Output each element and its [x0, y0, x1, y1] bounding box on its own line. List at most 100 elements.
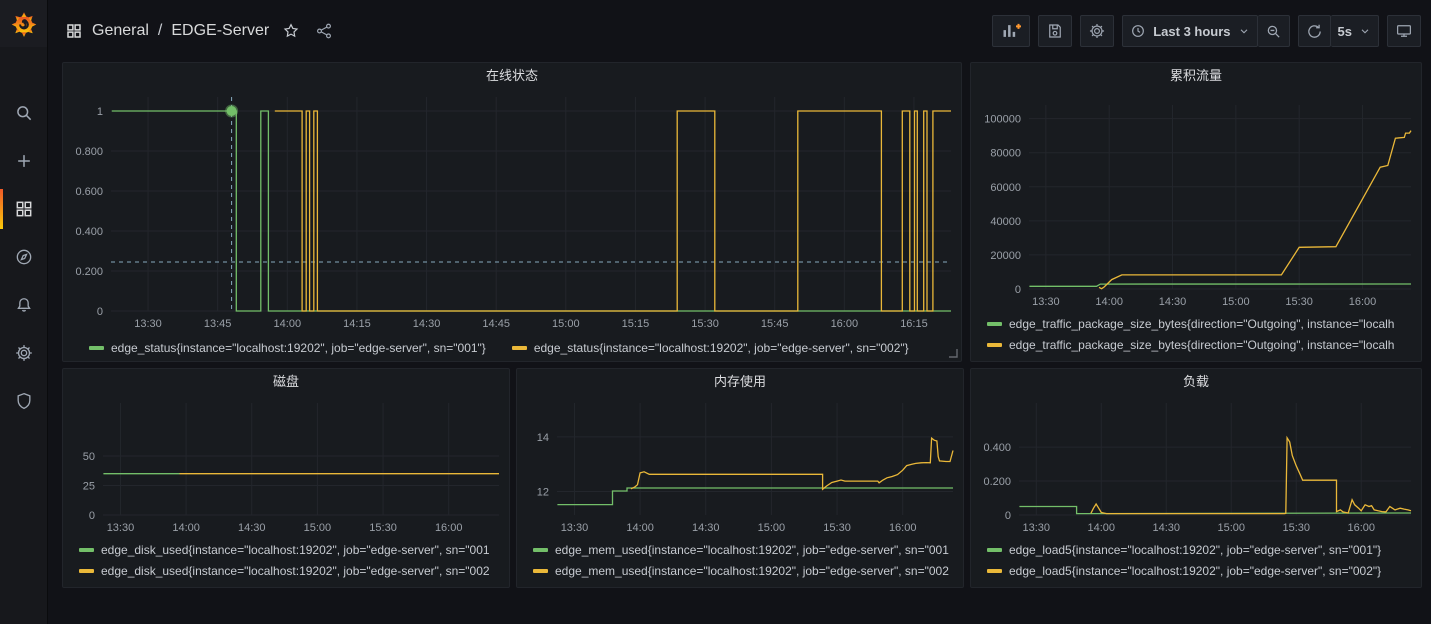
legend-item[interactable]: edge_traffic_package_size_bytes{directio… [987, 313, 1413, 334]
svg-text:13:30: 13:30 [1023, 522, 1051, 534]
svg-text:13:30: 13:30 [1032, 296, 1060, 308]
legend-label: edge_status{instance="localhost:19202", … [111, 341, 486, 355]
panel-title[interactable]: 磁盘 [63, 369, 509, 395]
dashboard-grid-icon [65, 22, 83, 40]
svg-text:0.400: 0.400 [983, 442, 1011, 454]
legend-item[interactable]: edge_mem_used{instance="localhost:19202"… [533, 539, 955, 560]
svg-text:20000: 20000 [990, 250, 1021, 262]
save-dashboard-button[interactable] [1038, 15, 1072, 47]
breadcrumb-folder[interactable]: General [92, 22, 149, 40]
panel-load: 负载 00.2000.40013:3014:0014:3015:0015:301… [970, 368, 1422, 588]
refresh-interval-picker[interactable]: 5s [1331, 15, 1379, 47]
sidebar-item-alerting[interactable] [0, 281, 47, 329]
online-status-chart[interactable]: 00.2000.4000.6000.800113:3013:4514:0014:… [63, 89, 961, 333]
svg-text:15:30: 15:30 [691, 318, 719, 330]
panel-memory-usage: 内存使用 121413:3014:0014:3015:0015:3016:00 … [516, 368, 964, 588]
panel-title[interactable]: 内存使用 [517, 369, 963, 395]
compass-icon [14, 247, 34, 267]
svg-text:14:00: 14:00 [1088, 522, 1116, 534]
breadcrumb-dashboard-title[interactable]: EDGE-Server [171, 22, 269, 40]
svg-text:13:45: 13:45 [204, 318, 232, 330]
panel-title[interactable]: 在线状态 [63, 63, 961, 89]
tv-mode-button[interactable] [1387, 15, 1421, 47]
legend-item[interactable]: edge_load5{instance="localhost:19202", j… [987, 539, 1413, 560]
panel-disk: 磁盘 0255013:3014:0014:3015:0015:3016:00 e… [62, 368, 510, 588]
refresh-button[interactable] [1298, 15, 1331, 47]
svg-text:0: 0 [89, 510, 95, 522]
memory-usage-chart[interactable]: 121413:3014:0014:3015:0015:3016:00 [517, 395, 963, 537]
panel-cumulative-traffic: 累积流量 02000040000600008000010000013:3014:… [970, 62, 1422, 362]
bell-icon [14, 295, 34, 315]
shield-icon [14, 391, 34, 411]
svg-text:0.200: 0.200 [983, 476, 1011, 488]
svg-text:14:30: 14:30 [238, 522, 266, 534]
legend: edge_status{instance="localhost:19202", … [63, 333, 961, 365]
legend-label: edge_load5{instance="localhost:19202", j… [1009, 543, 1381, 557]
zoom-out-time-button[interactable] [1258, 15, 1290, 47]
svg-text:60000: 60000 [990, 182, 1021, 194]
legend-item[interactable]: edge_status{instance="localhost:19202", … [512, 338, 909, 359]
refresh-interval-label: 5s [1338, 24, 1352, 39]
refresh-icon [1306, 23, 1323, 40]
sidebar-item-server-admin[interactable] [0, 377, 47, 425]
svg-text:14:30: 14:30 [1152, 522, 1180, 534]
legend-swatch [987, 548, 1002, 552]
sidebar-item-explore[interactable] [0, 233, 47, 281]
svg-text:0.400: 0.400 [75, 226, 103, 238]
legend-item[interactable]: edge_load5{instance="localhost:19202", j… [987, 560, 1413, 581]
svg-text:15:15: 15:15 [622, 318, 650, 330]
dashboard-toolbar: Last 3 hours 5s [992, 15, 1421, 47]
chevron-down-icon [1359, 25, 1371, 37]
svg-text:12: 12 [537, 487, 549, 499]
svg-text:0.200: 0.200 [75, 266, 103, 278]
time-range-picker[interactable]: Last 3 hours [1122, 15, 1257, 47]
sidebar-item-dashboards[interactable] [0, 185, 47, 233]
gear-icon [1088, 22, 1106, 40]
panel-online-status: 在线状态 00.2000.4000.6000.800113:3013:4514:… [62, 62, 962, 362]
share-icon[interactable] [315, 22, 333, 40]
svg-text:16:00: 16:00 [1347, 522, 1375, 534]
legend-item[interactable]: edge_disk_used{instance="localhost:19202… [79, 560, 501, 581]
panel-resize-handle[interactable] [949, 349, 958, 358]
legend-item[interactable]: edge_traffic_package_size_bytes{directio… [987, 334, 1413, 355]
legend-label: edge_status{instance="localhost:19202", … [534, 341, 909, 355]
grafana-logo[interactable] [0, 0, 47, 47]
sidebar-item-configuration[interactable] [0, 329, 47, 377]
svg-text:14:00: 14:00 [1095, 296, 1123, 308]
add-panel-button[interactable] [992, 15, 1030, 47]
time-range-label: Last 3 hours [1153, 24, 1230, 39]
svg-text:14:30: 14:30 [413, 318, 441, 330]
svg-text:14:00: 14:00 [274, 318, 302, 330]
disk-chart[interactable]: 0255013:3014:0014:3015:0015:3016:00 [63, 395, 509, 537]
svg-text:16:00: 16:00 [889, 522, 917, 534]
legend-item[interactable]: edge_status{instance="localhost:19202", … [89, 338, 486, 359]
legend-label: edge_disk_used{instance="localhost:19202… [101, 564, 490, 578]
sidebar-item-search[interactable] [0, 89, 47, 137]
cumulative-traffic-chart[interactable]: 02000040000600008000010000013:3014:0014:… [971, 89, 1421, 311]
sidebar-item-create[interactable] [0, 137, 47, 185]
legend: edge_disk_used{instance="localhost:19202… [63, 537, 509, 585]
add-panel-icon [1000, 21, 1022, 41]
svg-text:25: 25 [83, 481, 95, 493]
legend-item[interactable]: edge_mem_used{instance="localhost:19202"… [533, 560, 955, 581]
legend-label: edge_traffic_package_size_bytes{directio… [1009, 317, 1394, 331]
legend: edge_traffic_package_size_bytes{directio… [971, 311, 1421, 359]
gear-icon [14, 343, 34, 363]
legend-item[interactable]: edge_disk_used{instance="localhost:19202… [79, 539, 501, 560]
svg-text:13:30: 13:30 [107, 522, 135, 534]
search-icon [14, 103, 34, 123]
load-chart[interactable]: 00.2000.40013:3014:0014:3015:0015:3016:0… [971, 395, 1421, 537]
panel-title[interactable]: 累积流量 [971, 63, 1421, 89]
svg-text:0.800: 0.800 [75, 146, 103, 158]
svg-text:0: 0 [1005, 510, 1011, 522]
panel-title[interactable]: 负载 [971, 369, 1421, 395]
star-icon[interactable] [282, 22, 300, 40]
dashboard-settings-button[interactable] [1080, 15, 1114, 47]
svg-text:14:00: 14:00 [172, 522, 200, 534]
legend-label: edge_mem_used{instance="localhost:19202"… [555, 543, 949, 557]
svg-text:14: 14 [537, 432, 549, 444]
breadcrumb-separator: / [158, 22, 162, 40]
svg-text:14:15: 14:15 [343, 318, 371, 330]
zoom-out-icon [1265, 23, 1282, 40]
svg-text:13:30: 13:30 [561, 522, 589, 534]
